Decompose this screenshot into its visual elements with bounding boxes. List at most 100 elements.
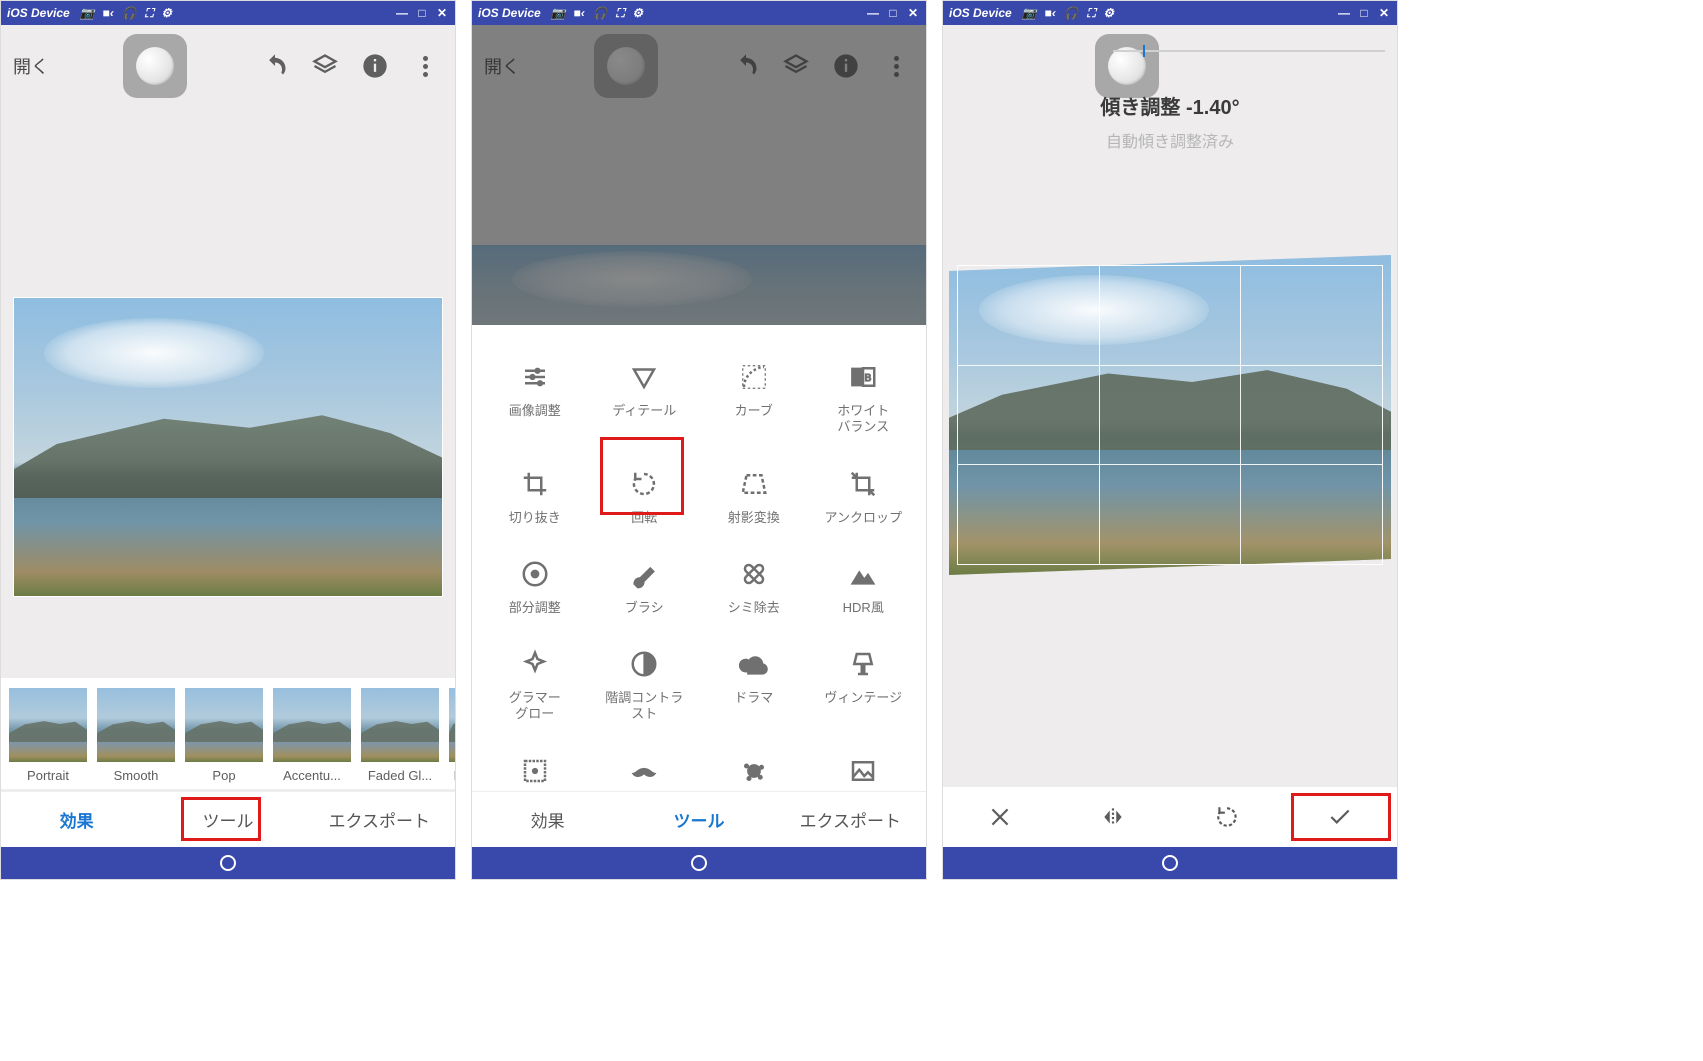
filter-thumb[interactable]: Pop bbox=[185, 688, 263, 783]
rotate-preview[interactable] bbox=[949, 255, 1391, 575]
tool-glamour-glow[interactable]: グラマー グロー bbox=[480, 632, 590, 739]
window-controls: — □ ✕ bbox=[395, 6, 449, 20]
home-button[interactable] bbox=[691, 855, 707, 871]
tool-vintage[interactable]: ヴィンテージ bbox=[809, 632, 919, 739]
info-icon[interactable] bbox=[361, 52, 389, 80]
camera-icon[interactable]: 📷 bbox=[1022, 6, 1037, 20]
tool-drama[interactable]: ドラマ bbox=[699, 632, 809, 739]
filter-thumb[interactable]: Accentu... bbox=[273, 688, 351, 783]
main-photo[interactable] bbox=[13, 297, 443, 597]
tool-white-balance[interactable]: WB ホワイト バランス bbox=[809, 345, 919, 452]
rotate-icon bbox=[594, 466, 696, 502]
tool-tune-image[interactable]: 画像調整 bbox=[480, 345, 590, 452]
video-icon[interactable]: ■‹ bbox=[574, 6, 585, 20]
splat-icon bbox=[703, 753, 805, 789]
filter-thumb[interactable]: Portrait bbox=[9, 688, 87, 783]
thumb-label: Smooth bbox=[97, 768, 175, 783]
thumb-label: Portrait bbox=[9, 768, 87, 783]
close-icon bbox=[987, 804, 1013, 830]
minimize-button[interactable]: — bbox=[1337, 6, 1351, 20]
tool-tonal-contrast[interactable]: 階調コントラ スト bbox=[590, 632, 700, 739]
tool-uncrop[interactable]: アンクロップ bbox=[809, 452, 919, 542]
tool-grainy-film[interactable] bbox=[480, 739, 590, 792]
tool-bw[interactable] bbox=[809, 739, 919, 792]
rotate-angle-title: 傾き調整 -1.40° bbox=[943, 91, 1397, 120]
gear-icon[interactable]: ⚙ bbox=[1103, 6, 1114, 20]
bottom-tabs: 効果 ツール エクスポート bbox=[472, 791, 926, 847]
tool-crop[interactable]: 切り抜き bbox=[480, 452, 590, 542]
triangle-down-icon bbox=[594, 359, 696, 395]
filter-thumb[interactable]: Faded Gl... bbox=[361, 688, 439, 783]
open-button[interactable]: 開く bbox=[13, 53, 83, 79]
camera-icon[interactable]: 📷 bbox=[551, 6, 566, 20]
tab-export[interactable]: エクスポート bbox=[775, 792, 926, 847]
thumb-label: Pop bbox=[185, 768, 263, 783]
video-icon[interactable]: ■‹ bbox=[1045, 6, 1056, 20]
maximize-button[interactable]: □ bbox=[886, 6, 900, 20]
titlebar-tool-icons: 📷 ■‹ 🎧 ⛶ ⚙ bbox=[1022, 6, 1337, 21]
tool-retrolux[interactable] bbox=[590, 739, 700, 792]
tool-details[interactable]: ディテール bbox=[590, 345, 700, 452]
fullscreen-icon[interactable]: ⛶ bbox=[145, 6, 153, 21]
tool-label: 画像調整 bbox=[484, 403, 586, 419]
tool-label: アンクロップ bbox=[813, 510, 915, 526]
gear-icon[interactable]: ⚙ bbox=[632, 6, 643, 20]
filter-thumb[interactable]: Smooth bbox=[97, 688, 175, 783]
video-icon[interactable]: ■‹ bbox=[103, 6, 114, 20]
mountain-icon bbox=[813, 556, 915, 592]
fullscreen-icon[interactable]: ⛶ bbox=[616, 6, 624, 21]
tool-hdr[interactable]: HDR風 bbox=[809, 542, 919, 632]
device-label: iOS Device bbox=[7, 6, 70, 20]
close-button[interactable]: ✕ bbox=[1377, 6, 1391, 20]
headphones-icon[interactable]: 🎧 bbox=[593, 6, 608, 20]
filter-thumb[interactable]: M bbox=[449, 688, 455, 783]
tool-healing[interactable]: シミ除去 bbox=[699, 542, 809, 632]
device-navbar bbox=[1, 847, 455, 879]
minimize-button[interactable]: — bbox=[866, 6, 880, 20]
tool-brush[interactable]: ブラシ bbox=[590, 542, 700, 632]
tool-rotate[interactable]: 回転 bbox=[590, 452, 700, 542]
tab-effects[interactable]: 効果 bbox=[472, 792, 623, 847]
minimize-button[interactable]: — bbox=[395, 6, 409, 20]
maximize-button[interactable]: □ bbox=[1357, 6, 1371, 20]
angle-slider[interactable] bbox=[1113, 50, 1385, 52]
headphones-icon[interactable]: 🎧 bbox=[122, 6, 137, 20]
brush-icon bbox=[594, 556, 696, 592]
window-titlebar: iOS Device 📷 ■‹ 🎧 ⛶ ⚙ — □ ✕ bbox=[472, 1, 926, 25]
app-icon[interactable] bbox=[123, 34, 187, 98]
close-button[interactable]: ✕ bbox=[435, 6, 449, 20]
close-button[interactable]: ✕ bbox=[906, 6, 920, 20]
tool-label: 切り抜き bbox=[484, 510, 586, 526]
undo-icon[interactable] bbox=[261, 52, 289, 80]
tool-perspective[interactable]: 射影変換 bbox=[699, 452, 809, 542]
tab-effects[interactable]: 効果 bbox=[1, 792, 152, 847]
home-button[interactable] bbox=[220, 855, 236, 871]
rotate-status-subtitle: 自動傾き調整済み bbox=[943, 128, 1397, 152]
layers-icon[interactable] bbox=[311, 52, 339, 80]
tab-tools[interactable]: ツール bbox=[152, 792, 303, 847]
svg-text:W: W bbox=[852, 373, 862, 384]
app-icon[interactable] bbox=[1095, 34, 1159, 98]
home-button[interactable] bbox=[1162, 855, 1178, 871]
cancel-button[interactable] bbox=[943, 787, 1057, 847]
tool-label: HDR風 bbox=[813, 600, 915, 616]
tools-grid: 画像調整 ディテール カーブ WB ホワイト バランス bbox=[472, 325, 926, 791]
camera-icon[interactable]: 📷 bbox=[80, 6, 95, 20]
maximize-button[interactable]: □ bbox=[415, 6, 429, 20]
tab-tools[interactable]: ツール bbox=[623, 792, 774, 847]
tool-label: カーブ bbox=[703, 403, 805, 419]
contrast-icon bbox=[594, 646, 696, 682]
gear-icon[interactable]: ⚙ bbox=[161, 6, 172, 20]
tool-curves[interactable]: カーブ bbox=[699, 345, 809, 452]
confirm-button[interactable] bbox=[1284, 787, 1398, 847]
tool-selective[interactable]: 部分調整 bbox=[480, 542, 590, 632]
fullscreen-icon[interactable]: ⛶ bbox=[1087, 6, 1095, 21]
tool-grunge[interactable] bbox=[699, 739, 809, 792]
crop-grid bbox=[957, 265, 1383, 565]
flip-button[interactable] bbox=[1057, 787, 1171, 847]
more-icon[interactable] bbox=[411, 52, 439, 80]
headphones-icon[interactable]: 🎧 bbox=[1064, 6, 1079, 20]
tab-export[interactable]: エクスポート bbox=[304, 792, 455, 847]
rotate-90-button[interactable] bbox=[1170, 787, 1284, 847]
filter-thumbnails: Portrait Smooth Pop Accentu... Faded Gl.… bbox=[1, 678, 455, 789]
